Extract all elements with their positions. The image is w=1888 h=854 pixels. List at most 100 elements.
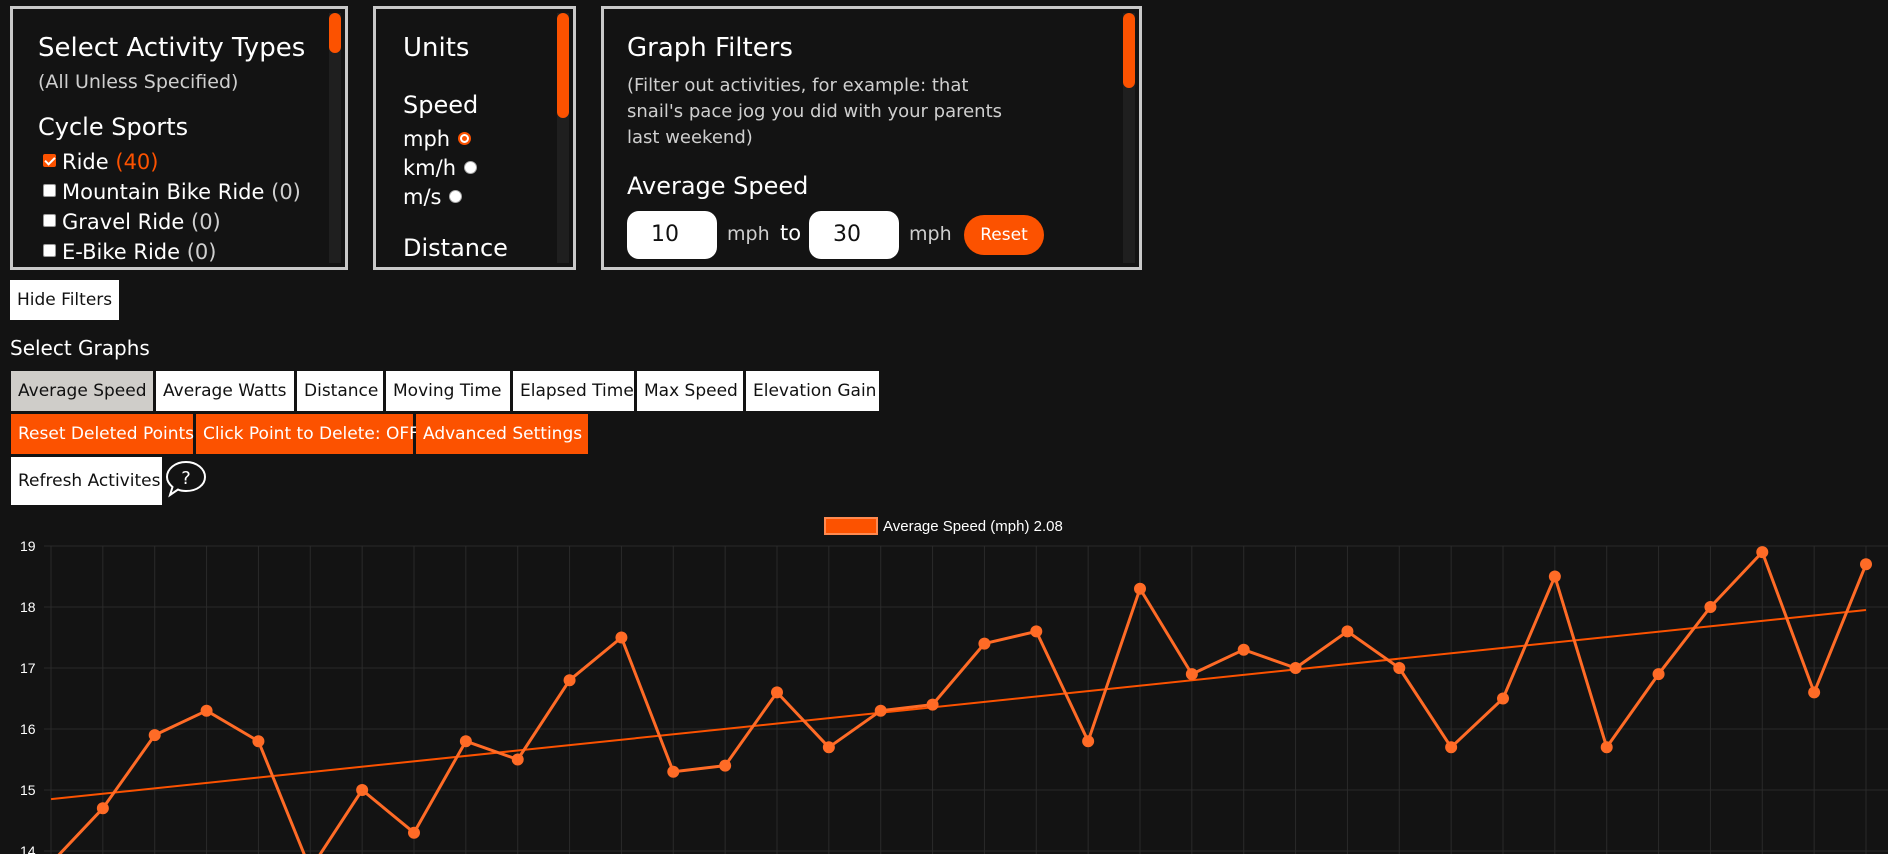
activity-panel-subtitle: (All Unless Specified) (38, 71, 239, 93)
tab-moving-time[interactable]: Moving Time (386, 371, 510, 411)
to-label: to (780, 221, 802, 245)
hide-filters-button[interactable]: Hide Filters (10, 280, 120, 320)
data-point[interactable] (1030, 625, 1043, 638)
tab-average-speed[interactable]: Average Speed (11, 371, 153, 411)
units-panel-scrollbar[interactable] (557, 13, 569, 263)
units-panel-title: Units (403, 33, 470, 63)
data-point[interactable] (1134, 582, 1146, 595)
data-point[interactable] (1082, 735, 1095, 748)
data-point[interactable] (874, 704, 887, 717)
reset-filter-button[interactable]: Reset (964, 215, 1044, 255)
chart-legend[interactable]: Average Speed (mph) 2.08 (824, 517, 1063, 535)
speed-option-ms[interactable]: m/s (403, 185, 463, 209)
checkbox-icon[interactable] (43, 214, 56, 227)
scrollbar-thumb[interactable] (557, 13, 569, 118)
y-tick-label: 17 (20, 660, 36, 676)
refresh-activities-button[interactable]: Refresh Activites (11, 457, 162, 505)
data-point[interactable] (1237, 643, 1250, 656)
y-tick-label: 16 (20, 721, 36, 737)
data-point[interactable] (667, 765, 680, 778)
y-tick-label: 15 (20, 782, 36, 798)
filters-description: (Filter out activities, for example: tha… (627, 75, 1003, 148)
data-point[interactable] (200, 704, 213, 717)
tab-elapsed-time[interactable]: Elapsed Time (513, 371, 634, 411)
data-point[interactable] (1445, 741, 1458, 754)
data-point[interactable] (1652, 668, 1665, 681)
data-point[interactable] (771, 686, 783, 699)
data-point[interactable] (408, 826, 420, 839)
y-tick-label: 19 (20, 538, 36, 554)
data-point[interactable] (822, 741, 835, 754)
data-point[interactable] (978, 637, 991, 650)
svg-text:?: ? (181, 468, 191, 489)
advanced-settings-button[interactable]: Advanced Settings (416, 414, 588, 454)
min-speed-input[interactable]: 10 (627, 211, 717, 259)
radio-icon[interactable] (464, 161, 478, 174)
distance-heading: Distance (403, 234, 508, 262)
activity-item-ebike[interactable]: E-Bike Ride (0) (43, 240, 216, 264)
max-speed-input[interactable]: 30 (809, 211, 899, 259)
help-icon[interactable]: ? (164, 459, 208, 499)
data-point[interactable] (1393, 662, 1406, 674)
radio-icon[interactable] (458, 132, 472, 145)
activity-item-ride[interactable]: Ride (40) (43, 150, 158, 174)
data-point[interactable] (1185, 668, 1198, 681)
filters-panel-scrollbar[interactable] (1123, 13, 1135, 263)
data-point[interactable] (719, 759, 732, 772)
data-point[interactable] (1548, 570, 1561, 583)
data-point[interactable] (926, 698, 939, 711)
series-line (57, 550, 1868, 854)
graph-filters-panel: Graph Filters (Filter out activities, fo… (601, 6, 1142, 270)
avg-speed-heading: Average Speed (627, 172, 809, 200)
data-point[interactable] (1860, 558, 1872, 571)
click-point-delete-toggle[interactable]: Click Point to Delete: OFF (196, 414, 419, 454)
activity-item-gravel[interactable]: Gravel Ride (0) (43, 210, 221, 234)
data-point[interactable] (563, 674, 576, 687)
activity-panel-title: Select Activity Types (38, 33, 306, 63)
legend-label: Average Speed (mph) 2.08 (883, 518, 1063, 535)
activity-types-panel: Select Activity Types (All Unless Specif… (10, 6, 348, 270)
data-point[interactable] (459, 735, 472, 748)
chart-plot[interactable] (45, 546, 1872, 854)
activity-item-mountain-bike[interactable]: Mountain Bike Ride (0) (43, 180, 301, 204)
chart-grid (44, 545, 1888, 854)
y-tick-label: 18 (20, 599, 36, 615)
checkbox-icon[interactable] (43, 154, 56, 167)
tab-elevation-gain[interactable]: Elevation Gain (746, 371, 879, 411)
data-point[interactable] (511, 753, 524, 766)
select-graphs-label: Select Graphs (10, 336, 150, 360)
speed-option-mph[interactable]: mph (403, 127, 472, 151)
scrollbar-thumb[interactable] (1123, 13, 1135, 88)
tab-average-watts[interactable]: Average Watts (156, 371, 294, 411)
speed-heading: Speed (403, 91, 479, 119)
radio-icon[interactable] (449, 190, 463, 203)
scrollbar-thumb[interactable] (329, 13, 341, 53)
data-point[interactable] (1600, 741, 1613, 754)
data-point[interactable] (1808, 686, 1821, 699)
y-axis-ticks: 14 15 16 17 18 19 (20, 538, 36, 854)
data-point[interactable] (1756, 546, 1769, 559)
data-point[interactable] (96, 802, 109, 815)
reset-deleted-points-button[interactable]: Reset Deleted Points (11, 414, 194, 454)
data-point[interactable] (615, 631, 628, 644)
activity-panel-scrollbar[interactable] (329, 13, 341, 263)
data-point[interactable] (356, 784, 369, 796)
data-point[interactable] (1341, 625, 1354, 638)
data-point[interactable] (252, 735, 265, 748)
data-point[interactable] (1289, 662, 1302, 674)
data-point[interactable] (148, 729, 161, 742)
legend-swatch (824, 517, 878, 535)
average-speed-chart[interactable]: 14 15 16 17 18 19 Average Speed (mph) 2.08 (0, 508, 1888, 854)
speed-option-kmh[interactable]: km/h (403, 156, 478, 180)
max-speed-unit: mph (909, 223, 952, 245)
min-speed-unit: mph (727, 223, 770, 245)
data-point[interactable] (1497, 692, 1509, 705)
data-point[interactable] (1704, 601, 1717, 613)
tab-max-speed[interactable]: Max Speed (637, 371, 743, 411)
checkbox-icon[interactable] (43, 184, 56, 197)
y-tick-label: 14 (20, 843, 36, 854)
checkbox-icon[interactable] (43, 244, 56, 257)
units-panel: Units Speed mph km/h m/s Distance (373, 6, 576, 270)
tab-distance[interactable]: Distance (297, 371, 383, 411)
cycle-sports-heading: Cycle Sports (38, 113, 189, 141)
